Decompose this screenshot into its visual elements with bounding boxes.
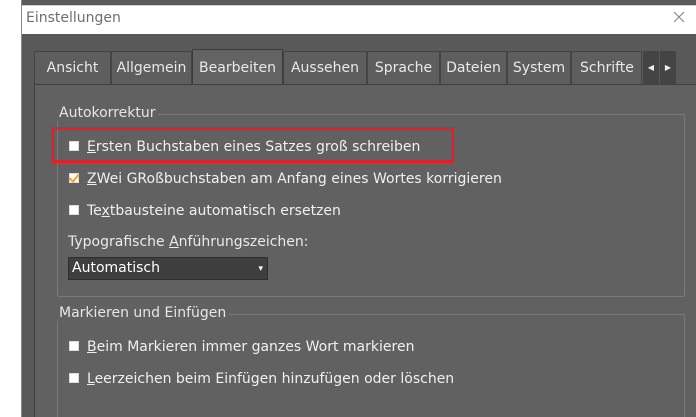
window-title: Einstellungen: [26, 10, 121, 26]
quotes-select-value: Automatisch: [72, 260, 160, 276]
title-bar: Einstellungen: [22, 5, 696, 34]
checkbox-textbausteine[interactable]: [69, 205, 79, 215]
tab-scroll-right-icon[interactable]: ▶: [660, 51, 676, 84]
settings-window: Einstellungen Ansicht Allgemein Bearbeit…: [21, 0, 696, 417]
tab-sprache[interactable]: Sprache: [367, 51, 440, 84]
markieren-title: Markieren und Einfügen: [56, 305, 230, 321]
option-zwei-grossbuchstaben-label: ZWei GRoßbuchstaben am Anfang eines Wort…: [87, 171, 502, 187]
bearbeiten-panel: Autokorrektur Ersten Buchstaben eines Sa…: [34, 84, 696, 417]
option-textbausteine-label: Textbausteine automatisch ersetzen: [87, 203, 341, 219]
option-ganzes-wort-label: Beim Markieren immer ganzes Wort markier…: [87, 339, 415, 355]
tab-allgemein[interactable]: Allgemein: [111, 51, 192, 84]
tab-bearbeiten[interactable]: Bearbeiten: [192, 49, 283, 85]
tab-dateien[interactable]: Dateien: [440, 51, 507, 84]
chevron-down-icon: ▾: [258, 264, 263, 274]
tab-strip: Ansicht Allgemein Bearbeiten Aussehen Sp…: [34, 49, 696, 85]
autokorrektur-title: Autokorrektur: [56, 105, 159, 121]
tab-schriften[interactable]: Schrifte: [571, 51, 642, 84]
tab-aussehen[interactable]: Aussehen: [283, 51, 367, 84]
tab-ansicht[interactable]: Ansicht: [34, 51, 111, 84]
markieren-group: [57, 314, 685, 417]
tab-scroll-left-icon[interactable]: ◀: [643, 51, 659, 84]
quotes-select[interactable]: Automatisch ▾: [68, 257, 268, 280]
option-leerzeichen-label: Leerzeichen beim Einfügen hinzufügen ode…: [87, 371, 455, 387]
checkbox-satzanfang[interactable]: [69, 141, 79, 151]
checkbox-leerzeichen[interactable]: [69, 373, 79, 383]
option-satzanfang-label: Ersten Buchstaben eines Satzes groß schr…: [87, 139, 421, 155]
checkbox-ganzes-wort[interactable]: [69, 341, 79, 351]
close-icon[interactable]: [671, 9, 687, 25]
tab-system[interactable]: System: [507, 51, 571, 84]
checkbox-zwei-grossbuchstaben[interactable]: [69, 173, 79, 183]
quotes-label: Typografische Anführungszeichen:: [68, 234, 309, 250]
